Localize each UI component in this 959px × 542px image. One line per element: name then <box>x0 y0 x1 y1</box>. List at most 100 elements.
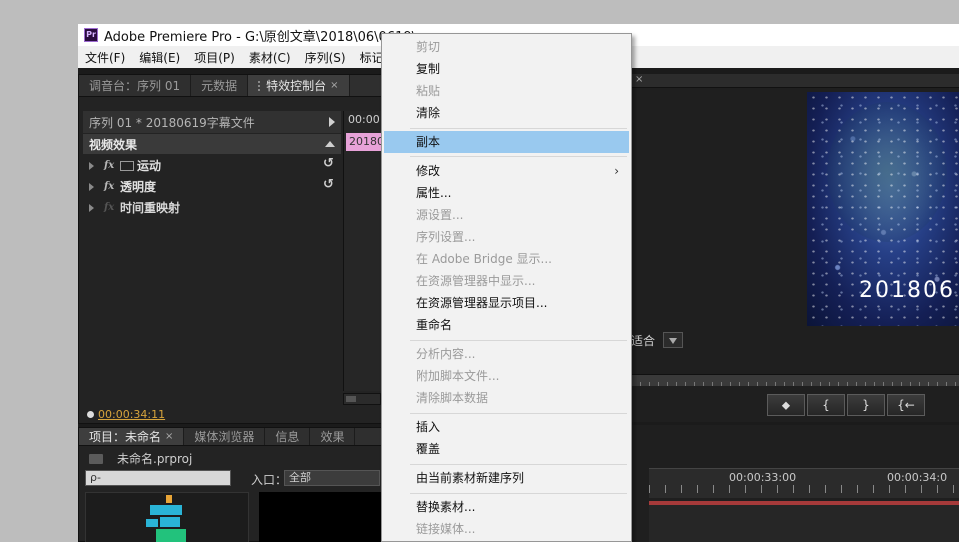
window-title: Adobe Premiere Pro - G:\原创文章\2018\06\061… <box>104 29 429 45</box>
add-marker-button[interactable]: ⬥ <box>767 394 805 416</box>
menu-item-cut[interactable]: 剪切 <box>384 36 629 58</box>
tab-label: 项目：未命名 <box>89 430 162 444</box>
clip-bar[interactable]: 201806 <box>346 133 386 151</box>
fit-dropdown[interactable] <box>663 332 683 348</box>
menu-item-reveal-project[interactable]: 在资源管理器显示项目... <box>384 292 629 314</box>
timeline-ticks <box>649 485 959 493</box>
menu-item-overwrite[interactable]: 覆盖 <box>384 438 629 460</box>
fx-icon[interactable]: fx <box>104 160 120 171</box>
menu-item-label: 在 Adobe Bridge 显示... <box>416 252 552 266</box>
menu-item-replace-footage[interactable]: 替换素材... <box>384 496 629 518</box>
motion-transform-icon[interactable] <box>120 160 134 171</box>
collapse-arrow-icon[interactable] <box>325 141 335 147</box>
menu-item-label: 修改 <box>416 164 441 178</box>
menu-item-clear-script[interactable]: 清除脚本数据 <box>384 387 629 409</box>
menu-separator <box>410 413 627 414</box>
effect-timeline[interactable]: 00:00 201806 <box>343 111 386 391</box>
menu-item-analyze[interactable]: 分析内容... <box>384 343 629 365</box>
menu-item-attach-script[interactable]: 附加脚本文件... <box>384 365 629 387</box>
menu-item-label: 复制 <box>416 62 441 76</box>
project-file: 未命名.prproj <box>89 450 192 467</box>
current-timecode[interactable]: 00:00:34:11 <box>87 408 165 421</box>
menu-separator <box>410 493 627 494</box>
menu-item-source-settings[interactable]: 源设置... <box>384 204 629 226</box>
tab-label: 调音台：序列 01 <box>89 79 181 93</box>
tab-effect-controls[interactable]: 特效控制台 × <box>248 75 350 96</box>
menu-clip[interactable]: 素材(C) <box>242 49 298 66</box>
tab-label: 媒体浏览器 <box>194 430 255 444</box>
tab-media-browser[interactable]: 媒体浏览器 <box>184 428 266 445</box>
play-arrow-icon[interactable] <box>329 117 335 127</box>
thumb-bar <box>156 529 186 542</box>
submenu-arrow-icon: › <box>614 164 619 178</box>
video-frame: 201806 <box>807 92 959 326</box>
grip-icon[interactable] <box>258 80 262 91</box>
menu-separator <box>410 464 627 465</box>
timecode-value[interactable]: 00:00:34:11 <box>98 408 165 421</box>
expand-triangle-icon[interactable] <box>89 182 94 191</box>
menu-item-link-media[interactable]: 链接媒体... <box>384 518 629 540</box>
menu-item-sequence-settings[interactable]: 序列设置... <box>384 226 629 248</box>
reset-icon[interactable]: ↺ <box>323 178 337 192</box>
fit-label[interactable]: 适合 <box>631 332 655 349</box>
menu-item-paste[interactable]: 粘贴 <box>384 80 629 102</box>
menu-item-clear[interactable]: 清除 <box>384 102 629 124</box>
tab-effects[interactable]: 效果 <box>310 428 356 445</box>
menu-item-label: 序列设置... <box>416 230 476 244</box>
menu-sequence[interactable]: 序列(S) <box>298 49 353 66</box>
sequence-clip-row[interactable]: 序列 01 * 20180619字幕文件 <box>83 111 341 133</box>
tab-info[interactable]: 信息 <box>265 428 311 445</box>
close-icon[interactable]: × <box>165 431 173 442</box>
go-to-in-button[interactable]: {← <box>887 394 925 416</box>
menu-item-new-sequence[interactable]: 由当前素材新建序列 <box>384 467 629 489</box>
mark-out-button[interactable]: } <box>847 394 885 416</box>
menu-file[interactable]: 文件(F) <box>78 49 132 66</box>
entry-select[interactable]: 全部 <box>284 470 380 486</box>
menu-item-duplicate[interactable]: 副本 <box>384 131 629 153</box>
search-input[interactable]: ρ- <box>85 470 231 486</box>
timeline-panel: 00:00:33:00 00:00:34:0 <box>630 425 959 542</box>
menu-item-modify[interactable]: 修改 › <box>384 160 629 182</box>
menu-project[interactable]: 项目(P) <box>187 49 242 66</box>
menu-edit[interactable]: 编辑(E) <box>132 49 187 66</box>
tab-audio-mixer[interactable]: 调音台：序列 01 <box>79 75 192 96</box>
tab-project[interactable]: 项目：未命名 × <box>79 428 185 445</box>
mark-in-button[interactable]: { <box>807 394 845 416</box>
screen: Pr Adobe Premiere Pro - G:\原创文章\2018\06\… <box>0 0 959 542</box>
menu-item-properties[interactable]: 属性... <box>384 182 629 204</box>
timeline-time-label: 00:00 <box>348 113 380 126</box>
effect-row-opacity[interactable]: fx 透明度 ↺ <box>83 176 341 197</box>
video-effects-header: 视频效果 <box>83 134 341 154</box>
effect-row-time-remap[interactable]: fx 时间重映射 <box>83 197 341 218</box>
horizontal-scrollbar[interactable] <box>343 393 381 405</box>
menu-item-label: 重命名 <box>416 318 453 332</box>
timeline-track[interactable] <box>649 505 959 542</box>
close-icon[interactable]: × <box>635 74 643 85</box>
folder-icon <box>89 453 103 464</box>
expand-triangle-icon[interactable] <box>89 161 94 170</box>
menu-item-copy[interactable]: 复制 <box>384 58 629 80</box>
tab-metadata[interactable]: 元数据 <box>191 75 249 96</box>
fx-icon[interactable]: fx <box>104 181 120 192</box>
timeline-time-mark: 00:00:33:00 <box>729 471 797 484</box>
effect-row-motion[interactable]: fx 运动 ↺ <box>83 155 341 176</box>
tab-label: 特效控制台 <box>266 79 327 93</box>
menu-item-label: 源设置... <box>416 208 464 222</box>
timeline-time-mark: 00:00:34:0 <box>887 471 948 484</box>
menu-item-label: 副本 <box>416 135 441 149</box>
tab-label: 效果 <box>320 430 345 444</box>
menu-item-insert[interactable]: 插入 <box>384 416 629 438</box>
monitor-ruler[interactable] <box>631 374 959 386</box>
menu-item-reveal-explorer[interactable]: 在资源管理器中显示... <box>384 270 629 292</box>
menu-separator <box>410 156 627 157</box>
section-title: 视频效果 <box>89 137 138 152</box>
menu-item-reveal-bridge[interactable]: 在 Adobe Bridge 显示... <box>384 248 629 270</box>
expand-triangle-icon[interactable] <box>89 203 94 212</box>
bin-thumbnail[interactable] <box>85 492 249 542</box>
menu-item-rename[interactable]: 重命名 <box>384 314 629 336</box>
scrollbar-thumb[interactable] <box>346 396 356 402</box>
entry-label: 入口： <box>251 473 288 487</box>
close-icon[interactable]: × <box>330 80 338 91</box>
menu-item-label: 链接媒体... <box>416 522 476 536</box>
reset-icon[interactable]: ↺ <box>323 157 337 171</box>
